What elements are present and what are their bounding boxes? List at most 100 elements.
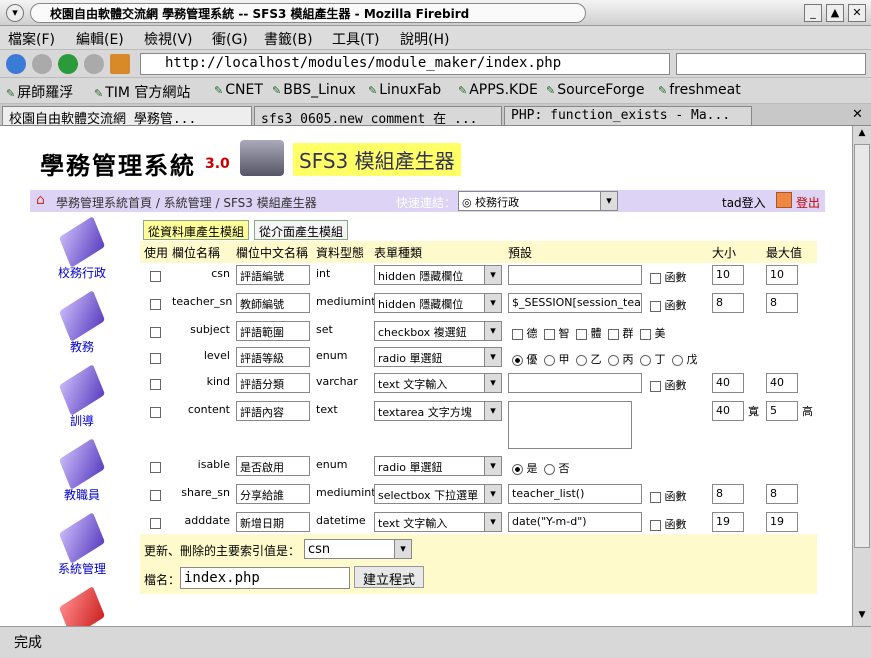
option-item[interactable]: 戊 (672, 351, 698, 367)
tab[interactable]: sfs3_0605.new_comment 在 ... (254, 106, 502, 126)
cname-input[interactable]: 評語內容 (236, 401, 310, 421)
sidebar-item-academic[interactable]: 教務 (40, 290, 124, 355)
back-icon[interactable] (6, 54, 26, 74)
bookmark-item[interactable]: CNET (214, 82, 263, 98)
use-checkbox[interactable] (150, 460, 161, 473)
function-checkbox[interactable]: 函數 (650, 488, 687, 504)
menu-tools[interactable]: 工具(T) (332, 29, 379, 49)
cname-input[interactable]: 教師編號 (236, 293, 310, 313)
scroll-down-icon[interactable]: ▼ (855, 610, 869, 624)
use-checkbox[interactable] (150, 377, 161, 390)
bookmark-item[interactable]: 屏師羅浮 (6, 82, 73, 102)
max-input[interactable]: 8 (766, 484, 798, 504)
default-input[interactable]: $_SESSION[session_tea (508, 293, 642, 313)
home-icon[interactable]: ⌂ (36, 192, 45, 208)
use-checkbox[interactable] (150, 297, 161, 310)
logout-link[interactable]: 登出 (796, 194, 820, 211)
form-type-select[interactable]: text 文字輸入 (374, 512, 502, 532)
sidebar-item-system[interactable]: 系統管理 (40, 512, 124, 577)
cname-input[interactable]: 評語範圍 (236, 321, 310, 341)
form-type-select[interactable]: checkbox 複選鈕 (374, 321, 502, 341)
tab-from-interface[interactable]: 從介面產生模組 (254, 220, 349, 240)
sidebar-item-admin[interactable]: 校務行政 (40, 216, 124, 281)
option-item[interactable]: 群 (608, 325, 634, 341)
tab-active[interactable]: 校園自由軟體交流網 學務管... (2, 106, 252, 126)
form-type-select[interactable]: hidden 隱藏欄位 (374, 293, 502, 313)
max-input[interactable]: 19 (766, 512, 798, 532)
use-checkbox[interactable] (150, 516, 161, 529)
menu-go[interactable]: 衝(G) (212, 29, 248, 49)
function-checkbox[interactable]: 函數 (650, 516, 687, 532)
search-input[interactable] (676, 53, 866, 75)
build-button[interactable]: 建立程式 (354, 566, 425, 588)
close-button[interactable]: ✕ (848, 4, 866, 22)
close-tab-icon[interactable]: ✕ (852, 107, 863, 122)
option-item[interactable]: 德 (512, 325, 538, 341)
cname-input[interactable]: 分享給誰 (236, 484, 310, 504)
size-input[interactable]: 10 (712, 265, 744, 285)
index-select[interactable]: csn (304, 539, 412, 559)
default-input[interactable] (508, 373, 642, 393)
option-item[interactable]: 否 (544, 460, 570, 476)
form-type-select[interactable]: radio 單選鈕 (374, 347, 502, 367)
form-type-select[interactable]: textarea 文字方塊 (374, 401, 502, 421)
menu-bookmarks[interactable]: 書籤(B) (264, 29, 313, 49)
cname-input[interactable]: 評語分類 (236, 373, 310, 393)
default-input[interactable]: teacher_list() (508, 484, 642, 504)
bookmark-item[interactable]: LinuxFab (368, 82, 441, 98)
default-input[interactable] (508, 265, 642, 285)
function-checkbox[interactable]: 函數 (650, 297, 687, 313)
breadcrumb-text[interactable]: 學務管理系統首頁 / 系統管理 / SFS3 模組產生器 (56, 194, 317, 211)
tab-from-database[interactable]: 從資料庫產生模組 (143, 220, 250, 240)
option-item[interactable]: 甲 (544, 351, 570, 367)
sidebar-item-extra[interactable] (40, 586, 124, 626)
max-input[interactable]: 40 (766, 373, 798, 393)
use-checkbox[interactable] (150, 325, 161, 338)
max-input[interactable]: 8 (766, 293, 798, 313)
form-type-select[interactable]: radio 單選鈕 (374, 456, 502, 476)
size-input[interactable]: 40 (712, 373, 744, 393)
default-textarea[interactable] (508, 401, 632, 449)
quick-link-select[interactable]: ◎ 校務行政 (458, 191, 618, 211)
option-item[interactable]: 是 (512, 460, 538, 476)
window-menu-icon[interactable]: ▾ (6, 4, 24, 22)
url-input[interactable]: http://localhost/modules/module_maker/in… (140, 53, 670, 75)
size-input[interactable]: 8 (712, 293, 744, 313)
option-item[interactable]: 美 (640, 325, 666, 341)
max-input[interactable]: 10 (766, 265, 798, 285)
menu-edit[interactable]: 編輯(E) (76, 29, 124, 49)
use-checkbox[interactable] (150, 351, 161, 364)
default-input[interactable]: date("Y-m-d") (508, 512, 642, 532)
option-item[interactable]: 優 (512, 351, 538, 367)
bookmark-item[interactable]: TIM 官方網站 (94, 82, 190, 102)
tab[interactable]: PHP: function_exists - Ma... (504, 106, 752, 126)
size-input[interactable]: 19 (712, 512, 744, 532)
scrollbar[interactable]: ▲ ▼ (852, 126, 871, 626)
cname-input[interactable]: 評語編號 (236, 265, 310, 285)
option-item[interactable]: 丁 (640, 351, 666, 367)
sidebar-item-staff[interactable]: 教職員 (40, 438, 124, 503)
maximize-button[interactable]: ▲ (826, 4, 844, 22)
logout-icon[interactable] (776, 192, 792, 208)
minimize-button[interactable]: _ (804, 4, 822, 22)
forward-icon[interactable] (32, 54, 52, 74)
form-type-select[interactable]: hidden 隱藏欄位 (374, 265, 502, 285)
use-checkbox[interactable] (150, 269, 161, 282)
option-item[interactable]: 智 (544, 325, 570, 341)
menu-help[interactable]: 說明(H) (400, 29, 449, 49)
form-type-select[interactable]: selectbox 下拉選單 (374, 484, 502, 504)
use-checkbox[interactable] (150, 405, 161, 418)
use-checkbox[interactable] (150, 488, 161, 501)
function-checkbox[interactable]: 函數 (650, 377, 687, 393)
scroll-thumb[interactable] (854, 144, 870, 548)
max-input[interactable]: 5 (766, 401, 798, 421)
option-item[interactable]: 丙 (608, 351, 634, 367)
stop-icon[interactable] (84, 54, 104, 74)
bookmark-item[interactable]: SourceForge (546, 82, 644, 98)
filename-input[interactable]: index.php (180, 567, 350, 589)
bookmark-item[interactable]: freshmeat (658, 82, 740, 98)
form-type-select[interactable]: text 文字輸入 (374, 373, 502, 393)
cname-input[interactable]: 是否啟用 (236, 456, 310, 476)
cname-input[interactable]: 評語等級 (236, 347, 310, 367)
bookmark-item[interactable]: BBS_Linux (272, 82, 356, 98)
